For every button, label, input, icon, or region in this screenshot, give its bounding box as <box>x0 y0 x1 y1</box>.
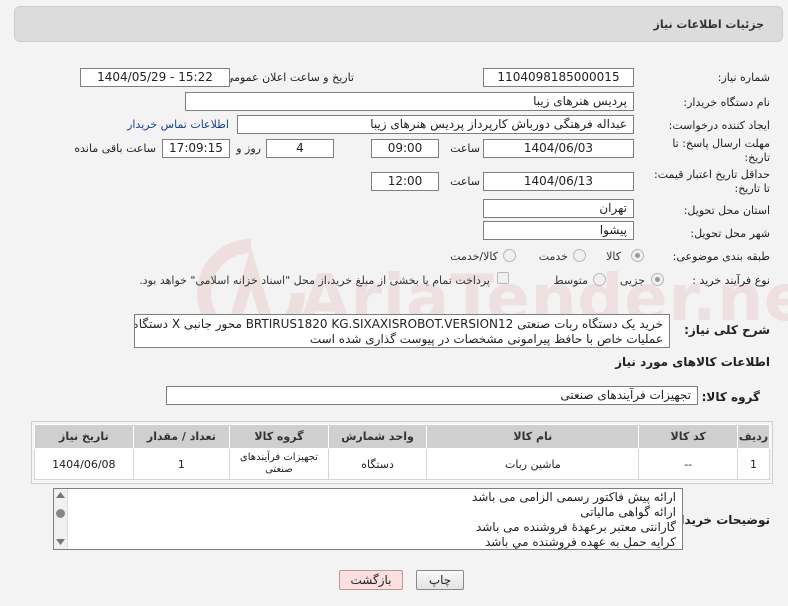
category-radio-goods-label: کالا <box>606 250 621 263</box>
category-radio-service[interactable] <box>573 249 586 262</box>
payment-checkbox[interactable] <box>497 272 509 284</box>
buyer-contact-link[interactable]: اطلاعات تماس خریدار <box>127 118 229 131</box>
price-validity-label-1: حداقل تاریخ اعتبار قیمت: <box>654 168 770 181</box>
need-number-label: شماره نیاز: <box>717 71 770 84</box>
cell-unit: دستگاه <box>327 448 428 480</box>
col-header-row: ردیف <box>736 424 771 449</box>
province-field: تهران <box>483 199 634 218</box>
process-radio-partial[interactable] <box>651 273 664 286</box>
col-header-date: تاریخ نیاز <box>34 424 134 449</box>
creator-label: ایجاد کننده درخواست: <box>668 119 770 132</box>
scroll-thumb[interactable] <box>56 509 65 518</box>
goods-section-title: اطلاعات کالاهای مورد نیاز <box>615 355 770 369</box>
category-label: طبقه بندی موضوعی: <box>672 250 770 263</box>
cell-row-number: 1 <box>736 448 771 480</box>
panel-title: جزئیات اطلاعات نیاز <box>653 18 765 31</box>
price-validity-time-field: 12:00 <box>371 172 439 191</box>
price-validity-date-field: 1404/06/13 <box>483 172 634 191</box>
reply-time-label: ساعت <box>450 142 480 155</box>
buyer-note-2: ارائه گواهی مالیاتی <box>580 505 676 519</box>
items-table-frame: ردیف کد کالا نام کالا واحد شمارش گروه کا… <box>31 421 773 484</box>
buyer-org-label: نام دستگاه خریدار: <box>683 96 770 109</box>
price-validity-time-label: ساعت <box>450 175 480 188</box>
scroll-up-icon[interactable] <box>56 492 65 498</box>
goods-group-field: تجهیزات فرآیندهای صنعتی <box>166 386 698 405</box>
process-radio-medium-label: متوسط <box>553 274 588 287</box>
col-header-code: کد کالا <box>638 424 738 449</box>
col-header-unit: واحد شمارش <box>327 424 428 449</box>
col-header-group: گروه کالا <box>229 424 329 449</box>
need-number-field: 1104098185000015 <box>483 68 634 87</box>
category-radio-goods-service[interactable] <box>503 249 516 262</box>
cell-code: -- <box>638 448 738 480</box>
cell-group: تجهیزات فرآیندهای صنعتی <box>229 448 329 480</box>
reply-days-field: 4 <box>266 139 334 158</box>
process-label: نوع فرآیند خرید : <box>692 274 770 287</box>
general-desc-field: خرید یک دستگاه ربات صنعتی BRTIRUS1820 KG… <box>134 314 670 348</box>
city-field: پیشوا <box>483 221 634 240</box>
col-header-name: نام کالا <box>426 424 640 449</box>
payment-note: پرداخت تمام یا بخشی از مبلغ خرید،از محل … <box>139 274 490 287</box>
general-desc-label: شرح کلی نیاز: <box>684 323 770 337</box>
items-table: ردیف کد کالا نام کالا واحد شمارش گروه کا… <box>34 424 771 480</box>
announce-label: تاریخ و ساعت اعلان عمومی: <box>221 71 354 84</box>
process-radio-medium[interactable] <box>593 273 606 286</box>
days-label: روز و <box>236 142 261 155</box>
cell-date: 1404/06/08 <box>34 448 134 480</box>
buyer-notes-field[interactable]: ارائه پیش فاکتور رسمی الزامی می باشد ارا… <box>53 488 683 550</box>
remaining-label: ساعت باقی مانده <box>74 142 156 155</box>
cell-qty: 1 <box>132 448 231 480</box>
reply-deadline-label-1: مهلت ارسال پاسخ: تا <box>672 137 770 150</box>
reply-date-field: 1404/06/03 <box>483 139 634 158</box>
category-radio-goods-service-label: کالا/خدمت <box>450 250 498 263</box>
city-label: شهر محل تحویل: <box>690 227 770 240</box>
reply-time-field: 09:00 <box>371 139 439 158</box>
goods-group-label: گروه کالا: <box>701 390 760 404</box>
buyer-notes-label: توضیحات خریدار: <box>668 513 770 527</box>
general-desc-line-2: عملیات خاص با حافظ پیرامونی مشخصات در پی… <box>309 332 663 346</box>
back-button[interactable]: بازگشت <box>339 570 403 590</box>
header-panel: جزئیات اطلاعات نیاز <box>14 6 783 42</box>
category-radio-service-label: خدمت <box>538 250 568 263</box>
general-desc-line-1: خرید یک دستگاه ربات صنعتی BRTIRUS1820 KG… <box>134 317 663 331</box>
notes-scrollbar[interactable] <box>54 489 68 549</box>
table-row: 1 -- ماشین ربات دستگاه تجهیزات فرآیندهای… <box>34 448 771 480</box>
announce-field: 1404/05/29 - 15:22 <box>80 68 230 87</box>
buyer-note-3: گارانتی معتبر برعهدهٔ فروشنده می باشد <box>475 520 676 534</box>
remaining-time-field: 17:09:15 <box>162 139 230 158</box>
buyer-org-field: پردیس هنرهای زیبا <box>185 92 634 111</box>
scroll-down-icon[interactable] <box>56 539 65 545</box>
buyer-note-1: ارائه پیش فاکتور رسمی الزامی می باشد <box>471 490 676 504</box>
cell-name: ماشین ربات <box>426 448 640 480</box>
reply-deadline-label-2: تاریخ: <box>744 151 770 164</box>
province-label: استان محل تحویل: <box>683 204 770 217</box>
col-header-qty: تعداد / مقدار <box>132 424 231 449</box>
creator-field: عبداله فرهنگی دورباش کارپرداز پردیس هنره… <box>237 115 634 134</box>
price-validity-label-2: تا تاریخ: <box>734 182 770 195</box>
category-radio-goods[interactable] <box>631 249 644 262</box>
items-table-header: ردیف کد کالا نام کالا واحد شمارش گروه کا… <box>34 424 771 449</box>
process-radio-partial-label: جزیی <box>619 274 645 287</box>
buyer-note-4: کرایه حمل به عهده فروشنده مي باشد <box>484 535 676 549</box>
print-button[interactable]: چاپ <box>416 570 464 590</box>
